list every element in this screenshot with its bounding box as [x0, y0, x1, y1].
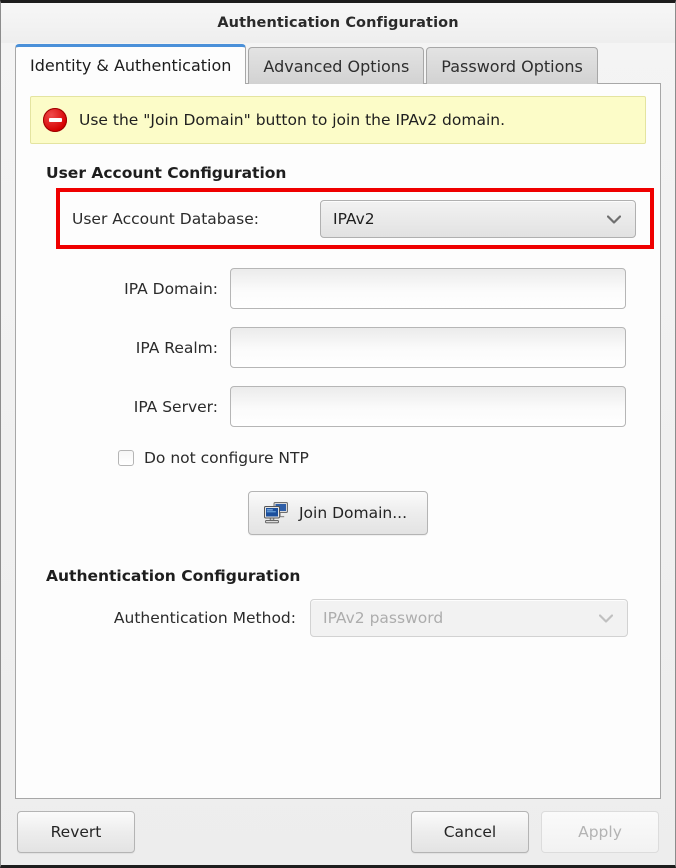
revert-button-label: Revert: [50, 823, 102, 841]
apply-button[interactable]: Apply: [541, 811, 659, 853]
section-title-authentication: Authentication Configuration: [46, 567, 301, 585]
cancel-button-label: Cancel: [443, 823, 497, 841]
user-account-database-combo[interactable]: IPAv2: [320, 200, 636, 238]
tab-panel-identity-authentication: Use the "Join Domain" button to join the…: [15, 83, 661, 799]
authentication-method-label: Authentication Method:: [113, 609, 296, 627]
cancel-button[interactable]: Cancel: [411, 811, 529, 853]
info-bar: Use the "Join Domain" button to join the…: [30, 96, 646, 144]
tab-identity-authentication[interactable]: Identity & Authentication: [15, 44, 247, 84]
join-domain-button-label: Join Domain...: [298, 504, 408, 522]
user-account-database-label: User Account Database:: [72, 210, 259, 228]
authentication-configuration-window: Authentication Configuration Identity & …: [0, 0, 676, 868]
tab-password-options[interactable]: Password Options: [426, 47, 598, 84]
dialog-action-area: Revert Cancel Apply: [1, 799, 675, 865]
chevron-down-icon: [599, 613, 613, 623]
do-not-configure-ntp-label: Do not configure NTP: [144, 449, 309, 467]
tab-label: Advanced Options: [263, 56, 410, 76]
revert-button[interactable]: Revert: [17, 811, 135, 853]
ipa-server-label: IPA Server:: [133, 397, 218, 416]
join-domain-button[interactable]: Join Domain...: [247, 491, 429, 535]
do-not-configure-ntp-row[interactable]: Do not configure NTP: [118, 449, 648, 467]
tab-label: Password Options: [441, 56, 583, 76]
ipa-server-input[interactable]: [230, 386, 626, 427]
window-titlebar: Authentication Configuration: [1, 3, 675, 43]
ipa-domain-input[interactable]: [230, 268, 626, 309]
authentication-method-row: Authentication Method: IPAv2 password: [28, 599, 648, 637]
tab-label: Identity & Authentication: [30, 56, 232, 75]
ipa-domain-label: IPA Domain:: [124, 279, 218, 298]
ipa-realm-label: IPA Realm:: [135, 338, 218, 357]
info-bar-message: Use the "Join Domain" button to join the…: [79, 111, 506, 129]
authentication-method-combo[interactable]: IPAv2 password: [310, 599, 628, 637]
section-title-user-account: User Account Configuration: [46, 164, 287, 182]
window-title: Authentication Configuration: [217, 15, 459, 31]
user-account-database-value: IPAv2: [333, 210, 375, 228]
ipa-realm-input[interactable]: [230, 327, 626, 368]
join-domain-row: Join Domain...: [28, 491, 648, 535]
apply-button-label: Apply: [578, 823, 622, 841]
no-entry-icon: [43, 108, 67, 132]
ipa-domain-row: IPA Domain:: [28, 268, 648, 309]
tab-advanced-options[interactable]: Advanced Options: [248, 47, 425, 84]
authentication-method-value: IPAv2 password: [323, 609, 444, 627]
tab-strip: Identity & Authentication Advanced Optio…: [15, 43, 661, 84]
user-account-database-row: User Account Database: IPAv2: [28, 188, 654, 250]
chevron-down-icon: [607, 214, 621, 224]
do-not-configure-ntp-checkbox[interactable]: [118, 450, 134, 466]
notebook: Identity & Authentication Advanced Optio…: [15, 43, 661, 799]
network-computers-icon: [263, 501, 289, 525]
ipa-server-row: IPA Server:: [28, 386, 648, 427]
ipa-realm-row: IPA Realm:: [28, 327, 648, 368]
